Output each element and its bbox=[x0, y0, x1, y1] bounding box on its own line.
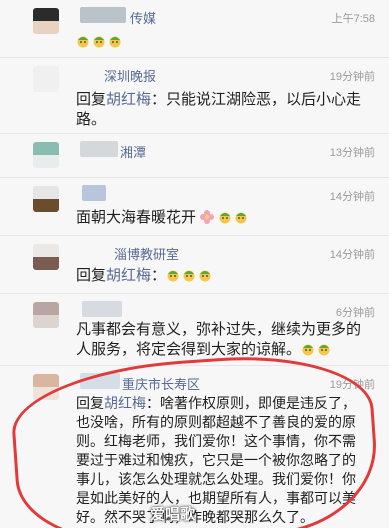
emoji-icon bbox=[182, 268, 196, 282]
commenter-name[interactable]: 重庆市长寿区 bbox=[122, 374, 200, 393]
comment-time: 上午7:58 bbox=[331, 13, 375, 25]
comment-body: 回复胡红梅： bbox=[76, 266, 367, 286]
comment-text: 面朝大海春暖花开 bbox=[76, 209, 197, 226]
watermark-text: 爱唱歌 bbox=[150, 506, 196, 523]
comment-body: 凡事都会有意义，弥补过失，继续为更多的人服务，将定会得到大家的谅解。 bbox=[76, 320, 367, 360]
avatar[interactable] bbox=[33, 244, 59, 270]
avatar[interactable] bbox=[33, 142, 59, 168]
commenter-name[interactable]: 湘潭 bbox=[120, 142, 146, 161]
comment-body: 回复胡红梅：只能说江湖险恶，以后小心走路。 bbox=[76, 90, 367, 130]
emoji-icon bbox=[234, 210, 248, 224]
avatar[interactable] bbox=[33, 66, 59, 92]
avatar[interactable] bbox=[33, 302, 59, 328]
comment-item[interactable]: 6分钟前 凡事都会有意义，弥补过失，继续为更多的人服务，将定会得到大家的谅解。 bbox=[0, 294, 389, 366]
reply-prefix: 回复 bbox=[76, 267, 107, 284]
emoji-icon bbox=[301, 342, 315, 356]
comment-text: ：啥著作权原则，即便是违反了，也没啥，所有的原则都超越不了善良的爱的原则。红梅老… bbox=[76, 395, 356, 525]
comment-feed: 传媒 上午7:58 深圳晚报 19分钟前 回复胡红梅：只能说江湖险恶，以后小心走… bbox=[0, 0, 389, 528]
comment-body: 回复胡红梅：啥著作权原则，即便是违反了，也没啥，所有的原则都超越不了善良的爱的原… bbox=[76, 394, 367, 527]
comment-item[interactable]: 湘潭 13分钟前 bbox=[0, 134, 389, 178]
comment-time: 19分钟前 bbox=[329, 379, 375, 391]
comment-item[interactable]: 深圳晚报 19分钟前 回复胡红梅：只能说江湖险恶，以后小心走路。 bbox=[0, 58, 389, 134]
comment-body bbox=[76, 32, 367, 52]
name-redaction bbox=[80, 373, 120, 389]
comment-time: 14分钟前 bbox=[329, 249, 375, 261]
commenter-name[interactable]: 传媒 bbox=[130, 8, 156, 27]
comment-item[interactable]: 传媒 上午7:58 bbox=[0, 0, 389, 58]
comment-text: ： bbox=[151, 267, 167, 284]
emoji-icon bbox=[198, 268, 212, 282]
name-redaction bbox=[82, 301, 122, 317]
comment-time: 13分钟前 bbox=[329, 147, 375, 159]
emoji-icon bbox=[166, 268, 180, 282]
comment-item[interactable]: 14分钟前 面朝大海春暖花开 bbox=[0, 178, 389, 236]
emoji-icon bbox=[92, 34, 106, 48]
comment-time: 6分钟前 bbox=[335, 307, 375, 319]
comment-item[interactable]: 淄博教研室 14分钟前 回复胡红梅： bbox=[0, 236, 389, 294]
reply-target-name[interactable]: 胡红梅 bbox=[104, 395, 146, 411]
commenter-name[interactable]: 深圳晚报 bbox=[104, 66, 156, 85]
comment-time: 19分钟前 bbox=[329, 71, 375, 83]
name-redaction bbox=[80, 141, 118, 157]
reply-target-name[interactable]: 胡红梅 bbox=[106, 91, 151, 108]
comment-time: 14分钟前 bbox=[329, 191, 375, 203]
avatar[interactable] bbox=[33, 186, 59, 212]
reply-prefix: 回复 bbox=[76, 91, 107, 108]
emoji-icon bbox=[218, 210, 232, 224]
name-redaction bbox=[80, 7, 126, 23]
avatar[interactable] bbox=[33, 374, 59, 400]
emoji-icon bbox=[317, 342, 331, 356]
flower-icon bbox=[199, 209, 215, 225]
name-redaction bbox=[82, 185, 106, 201]
comment-body: 面朝大海春暖花开 bbox=[76, 208, 367, 228]
reply-target-name[interactable]: 胡红梅 bbox=[106, 267, 151, 284]
commenter-name[interactable]: 淄博教研室 bbox=[114, 244, 179, 263]
emoji-icon bbox=[108, 34, 122, 48]
emoji-icon bbox=[76, 34, 90, 48]
avatar[interactable] bbox=[33, 8, 59, 34]
reply-prefix: 回复 bbox=[76, 395, 104, 411]
